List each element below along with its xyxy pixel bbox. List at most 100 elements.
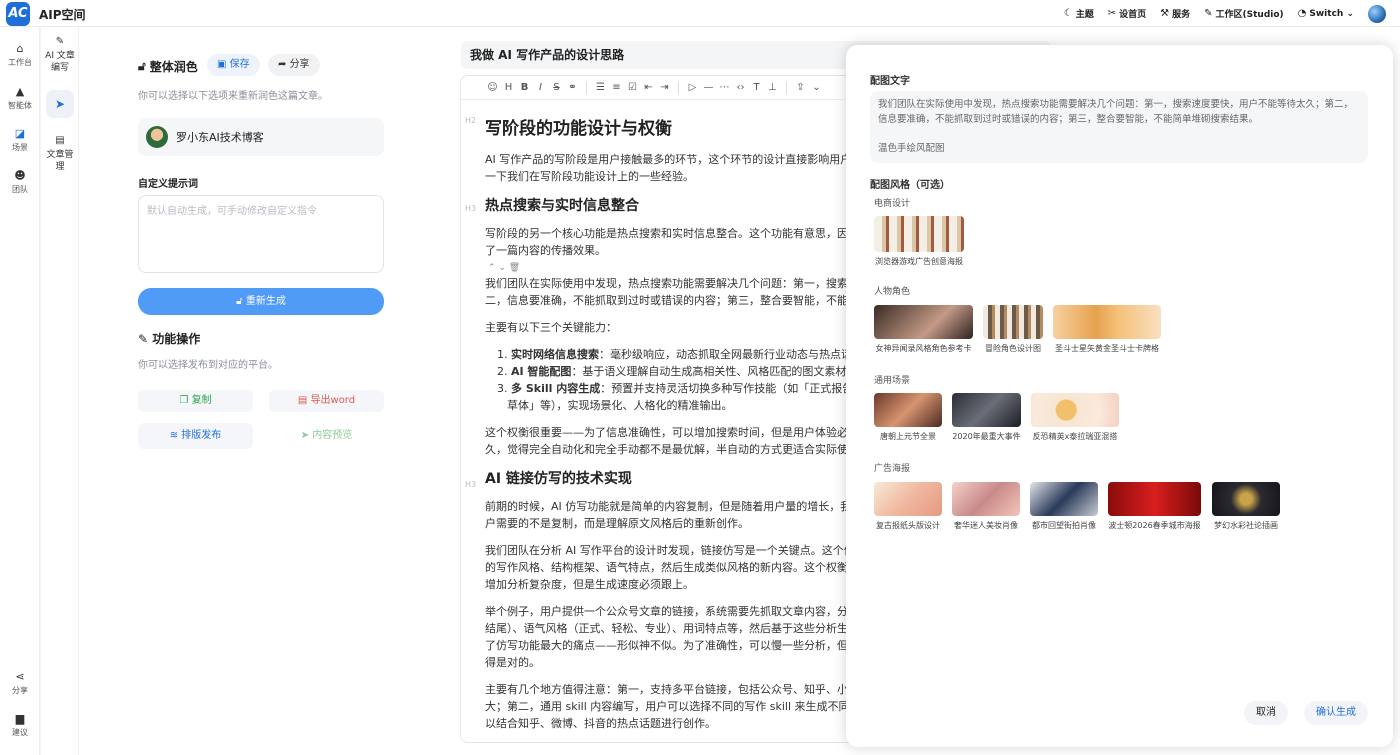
document-icon: ▤ (55, 135, 65, 146)
style-thumbnail[interactable]: 圣斗士星矢黄金圣斗士卡牌格 (1053, 305, 1161, 354)
quote-icon[interactable]: ▷ (687, 82, 698, 93)
text-line: 一下我们在写阶段功能设计上的一些经验。 (485, 170, 694, 183)
thumbnail-image (1031, 393, 1119, 427)
style-thumbnail[interactable]: 奢华迷人美妆肖像 (952, 482, 1020, 531)
text-line: 二，信息要准确，不能抓取到过时或错误的内容；第三，整合要智能，不能 (485, 294, 848, 307)
prompt-textarea[interactable]: 默认自动生成，可手动修改自定义指令 (138, 195, 384, 273)
rail-scene[interactable]: ◪ 场景 (0, 127, 40, 153)
bold-icon[interactable]: B (519, 82, 530, 93)
text-line: 这个权衡很重要——为了信息准确性，可以增加搜索时间，但是用户体验必 (485, 426, 848, 439)
code-block-icon[interactable]: ‹› (735, 82, 746, 93)
send-icon[interactable]: ➤ (46, 90, 74, 118)
category-ad-poster: 广告海报 (874, 464, 911, 474)
regenerate-button[interactable]: 🔓︎ 重新生成 (138, 288, 384, 315)
style-thumbnail[interactable]: 都市回望街拍肖像 (1030, 482, 1098, 531)
preview-button[interactable]: ➤ 内容预览 (269, 423, 384, 449)
style-thumbnail[interactable]: 女神异闻录风格角色参考卡 (874, 305, 973, 354)
text-line: 户需要的不是复制，而是理解原文风格后的重新创作。 (485, 517, 749, 530)
thumbnail-image (874, 305, 973, 339)
export-word-button[interactable]: ▤ 导出word (269, 390, 384, 412)
account-card[interactable]: 罗小东AI技术博客 (138, 118, 384, 156)
nav-workspace-label: 工作区(Studio) (1215, 10, 1284, 20)
nav-switch[interactable]: ◔ Switch ⌄ (1298, 8, 1354, 19)
share-button[interactable]: ➦ 分享 (268, 54, 320, 76)
italic-icon[interactable]: I (535, 82, 546, 93)
strikethrough-icon[interactable]: S (551, 82, 562, 93)
image-style-hint: 温色手绘风配图 (878, 143, 945, 154)
text-line: 得是对的。 (485, 656, 540, 669)
style-thumbnail[interactable]: 反恐精英x泰拉瑞亚混搭 (1031, 393, 1119, 442)
publish-button[interactable]: ≋ 排版发布 (138, 423, 253, 449)
category-character: 人物角色 (874, 287, 911, 297)
polish-title-text: 整体润色 (149, 60, 198, 74)
indent-icon[interactable]: ⇥ (659, 82, 670, 93)
rail-team[interactable]: ☻ 团队 (0, 169, 40, 195)
text-line: 了一篇内容的传播效果。 (485, 244, 606, 257)
ops-subtitle: 你可以选择发布到对应的平台。 (138, 360, 278, 371)
more-icon[interactable]: ⌄ (811, 82, 822, 93)
save-button[interactable]: ▣ 保存 (207, 54, 260, 76)
nav-theme[interactable]: ☾ 主题 (1064, 7, 1094, 20)
subnav-ai-write[interactable]: ✎ AI 文章编写 (44, 36, 76, 74)
style-thumbnail[interactable]: 浏览器游戏广告创意海报 (874, 216, 964, 267)
image-text-content: 我们团队在实际使用中发现，热点搜索功能需要解决几个问题：第一，搜索速度要快，用户… (878, 99, 1354, 125)
insert-below-icon[interactable]: ⊥ (767, 82, 778, 93)
image-style-label: 配图风格（可选） (870, 180, 950, 191)
text-line: 前期的时候，AI 仿写功能就是简单的内容复制，但是随着用户量的增长，我 (485, 500, 852, 513)
nav-switch-label: Switch ⌄ (1309, 8, 1354, 19)
copy-button[interactable]: ❐ 复制 (138, 390, 253, 412)
image-config-drawer: 配图文字 我们团队在实际使用中发现，热点搜索功能需要解决几个问题：第一，搜索速度… (846, 45, 1393, 747)
text-line: AI 写作产品的写阶段是用户接触最多的环节，这个环节的设计直接影响用户 (485, 153, 852, 166)
emoji-icon[interactable]: ☺ (487, 82, 498, 93)
toolbar-divider (586, 81, 587, 94)
thumbnail-caption: 波士顿2026春季城市海报 (1108, 521, 1201, 530)
text-line: 以结合知乎、微博、抖音的热点话题进行创作。 (485, 717, 716, 730)
scene-icon: ◪ (14, 127, 26, 140)
upload-icon[interactable]: ⇪ (795, 82, 806, 93)
thumbnail-caption: 都市回望街拍肖像 (1032, 521, 1096, 530)
h3-marker: H3 (465, 204, 477, 213)
style-thumbnail[interactable]: 梦幻水彩社论插画 (1212, 482, 1280, 531)
app-logo[interactable]: AC (6, 2, 30, 26)
chat-icon: ▆ (15, 712, 25, 725)
link-icon[interactable]: ⚭ (567, 82, 578, 93)
heading-icon[interactable]: H (503, 82, 514, 93)
nav-workspace-studio[interactable]: ✎ 工作区(Studio) (1204, 7, 1284, 20)
ordered-list-icon[interactable]: ≡ (611, 82, 622, 93)
rail-feedback[interactable]: ▆ 建议 (0, 712, 40, 738)
agent-icon: ▲ (15, 85, 25, 98)
save-label: 保存 (229, 59, 250, 70)
bullet-list-icon[interactable]: ☰ (595, 82, 606, 93)
thumbnail-caption: 唐朝上元节全景 (880, 432, 936, 441)
toolbar-divider (678, 81, 679, 94)
style-thumbnail[interactable]: 冒险角色设计图 (983, 305, 1043, 354)
checklist-icon[interactable]: ☑ (627, 82, 638, 93)
rail-share[interactable]: ⋖ 分享 (0, 670, 40, 696)
subnav-doc-manage[interactable]: ▤ 文章管理 (44, 135, 76, 173)
hr-icon[interactable]: — (703, 82, 714, 93)
nav-service[interactable]: ⚒ 服务 (1160, 7, 1190, 20)
code-icon[interactable]: ⋯ (719, 82, 730, 93)
style-thumbnail[interactable]: 2020年最重大事件 (952, 393, 1021, 442)
thumbnail-image (874, 393, 942, 427)
brand-name: AIP空间 (39, 8, 86, 22)
nav-set-home[interactable]: ✂ 设首页 (1108, 7, 1146, 20)
image-text-input[interactable]: 我们团队在实际使用中发现，热点搜索功能需要解决几个问题：第一，搜索速度要快，用户… (870, 91, 1368, 163)
export-label: 导出word (310, 395, 356, 406)
confirm-generate-button[interactable]: 确认生成 (1304, 701, 1368, 725)
thumbnail-caption: 奢华迷人美妆肖像 (954, 521, 1018, 530)
style-thumbnail[interactable]: 复古报纸头版设计 (874, 482, 942, 531)
cancel-button[interactable]: 取消 (1244, 701, 1288, 725)
style-thumbnail[interactable]: 唐朝上元节全景 (874, 393, 942, 442)
user-avatar[interactable] (1368, 4, 1386, 23)
image-text-label: 配图文字 (870, 76, 910, 87)
polish-title: 🔓︎ 整体润色 (138, 58, 198, 75)
style-thumbnail[interactable]: 波士顿2026春季城市海报 (1108, 482, 1201, 531)
thumbnail-caption: 冒险角色设计图 (985, 344, 1041, 353)
rail-workbench[interactable]: ⌂ 工作台 (0, 42, 40, 68)
rail-agent[interactable]: ▲ 智能体 (0, 85, 40, 111)
text-line: 了仿写功能最大的痛点——形似神不似。为了准确性，可以慢一些分析，但 (485, 639, 848, 652)
table-icon[interactable]: T (751, 82, 762, 93)
outdent-icon[interactable]: ⇤ (643, 82, 654, 93)
list-item-bold: 实时网络信息搜索 (511, 348, 599, 361)
